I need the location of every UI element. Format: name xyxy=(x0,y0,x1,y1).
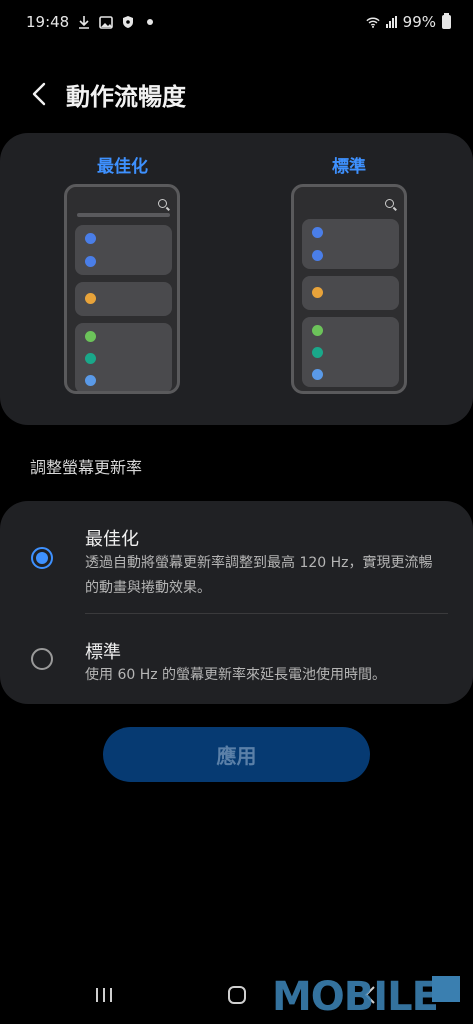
preview-dot xyxy=(85,293,96,304)
search-icon xyxy=(158,199,167,208)
preview-dot xyxy=(85,256,96,267)
preview-dot xyxy=(312,347,323,358)
watermark-logo: MOBILE xyxy=(272,974,439,1020)
image-icon xyxy=(99,15,114,29)
search-icon xyxy=(385,199,394,208)
preview-dot xyxy=(312,287,323,298)
preview-label-optimized: 最佳化 xyxy=(97,157,148,177)
preview-phone-standard xyxy=(291,184,407,394)
preview-block xyxy=(302,317,399,387)
status-bar: 19:48 99% xyxy=(0,0,473,44)
preview-block xyxy=(75,323,172,391)
preview-dot xyxy=(85,353,96,364)
option-description: 使用 60 Hz 的螢幕更新率來延長電池使用時間。 xyxy=(85,667,387,683)
home-icon[interactable] xyxy=(225,982,249,1008)
preview-dot xyxy=(312,250,323,261)
status-right: 99% xyxy=(366,13,451,31)
recents-icon[interactable] xyxy=(92,982,116,1008)
radio-optimized[interactable] xyxy=(31,547,53,569)
preview-dot xyxy=(312,325,323,336)
preview-dot xyxy=(85,331,96,342)
wifi-icon xyxy=(366,15,380,29)
preview-dot xyxy=(85,233,96,244)
preview-block xyxy=(302,219,399,269)
battery-icon xyxy=(442,13,451,29)
preview-dot xyxy=(312,227,323,238)
preview-label-standard: 標準 xyxy=(332,157,366,177)
signal-icon xyxy=(385,16,397,28)
option-title: 標準 xyxy=(85,642,121,663)
radio-standard[interactable] xyxy=(31,648,53,670)
section-label: 調整螢幕更新率 xyxy=(30,458,143,477)
download-icon xyxy=(77,15,91,29)
preview-scroll-edge xyxy=(77,213,170,217)
header: 動作流暢度 xyxy=(24,72,186,116)
option-optimized[interactable]: 最佳化 透過自動將螢幕更新率調整到最高 120 Hz，實現更流暢的動畫與捲動效果… xyxy=(0,501,473,613)
watermark-flag-icon xyxy=(432,976,460,1002)
option-description: 透過自動將螢幕更新率調整到最高 120 Hz，實現更流暢的動畫與捲動效果。 xyxy=(85,555,433,596)
shield-icon xyxy=(121,15,135,29)
status-left: 19:48 xyxy=(26,13,157,31)
preview-block xyxy=(75,225,172,275)
apply-button[interactable]: 應用 xyxy=(103,727,370,782)
chevron-left-icon xyxy=(32,82,46,106)
option-title: 最佳化 xyxy=(85,529,139,550)
preview-dot xyxy=(85,375,96,386)
preview-phone-optimized xyxy=(64,184,180,394)
option-standard[interactable]: 標準 使用 60 Hz 的螢幕更新率來延長電池使用時間。 xyxy=(0,614,473,704)
back-button[interactable] xyxy=(24,72,54,116)
preview-dot xyxy=(312,369,323,380)
dot-icon xyxy=(143,15,157,29)
battery-percent: 99% xyxy=(402,13,436,31)
preview-block xyxy=(302,276,399,310)
status-time: 19:48 xyxy=(26,13,70,31)
page-title: 動作流暢度 xyxy=(66,82,186,111)
preview-block xyxy=(75,282,172,316)
